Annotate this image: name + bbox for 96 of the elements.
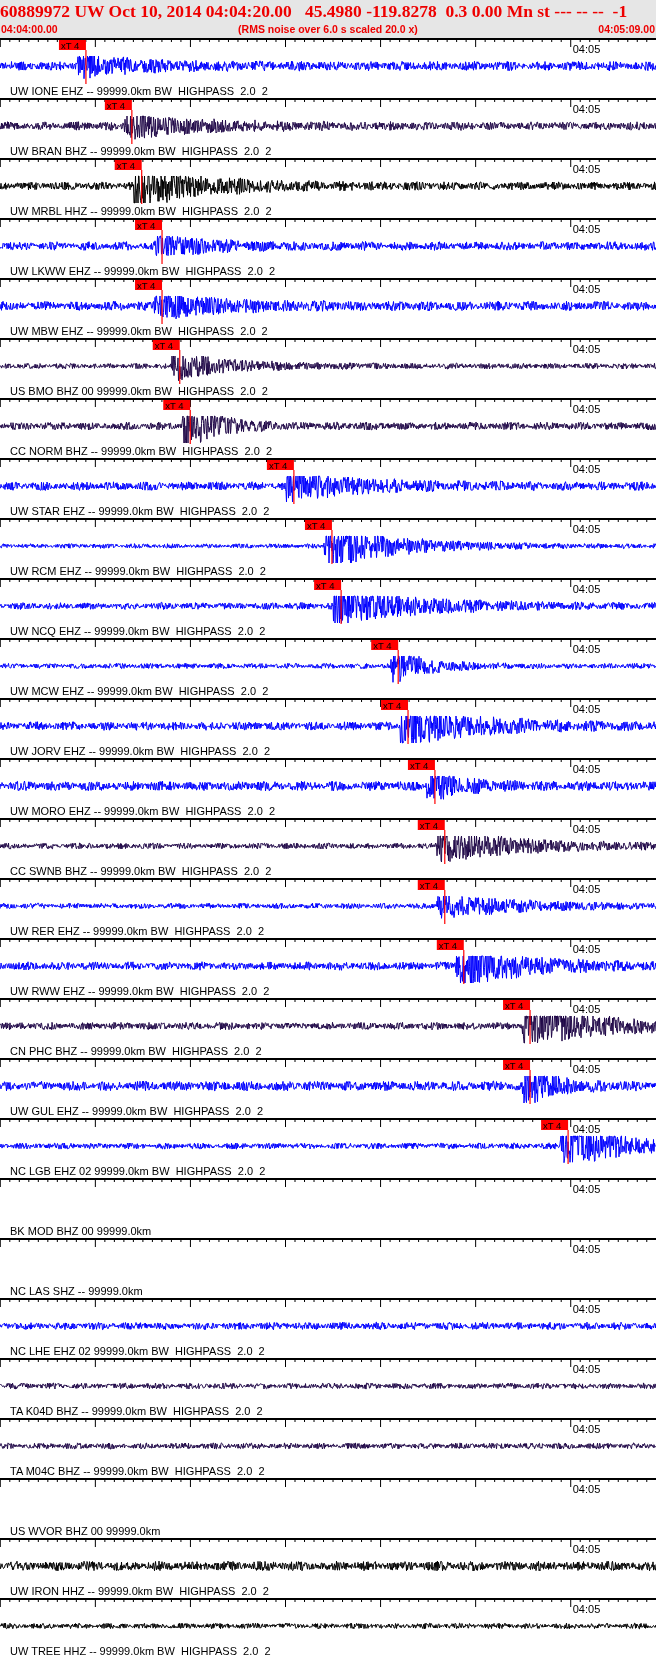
- tick-label: 04:05: [572, 823, 601, 835]
- pick-line: [407, 709, 409, 745]
- start-time: 04:04:00.00: [1, 22, 58, 36]
- tick-label: 04:05: [572, 1603, 601, 1615]
- tick-label: 04:05: [572, 403, 601, 415]
- tick-label: 04:05: [572, 703, 601, 715]
- channel-label: UW IRON HHZ -- 99999.0km BW HIGHPASS 2.0 2: [10, 1585, 269, 1597]
- channel-label: UW MBW EHZ -- 99999.0km BW HIGHPASS 2.0 2: [10, 325, 268, 337]
- tick-label: 04:05: [572, 883, 601, 895]
- pick-flag: xT 4: [58, 39, 86, 51]
- tick-label: 04:05: [572, 343, 601, 355]
- pick-flag: xT 4: [407, 759, 435, 771]
- pick-flag: xT 4: [314, 579, 342, 591]
- channel-label: BK MOD BHZ 00 99999.0km: [10, 1225, 152, 1237]
- pick-flag: xT 4: [135, 279, 163, 291]
- pick-line: [131, 109, 133, 145]
- tick-label: 04:05: [572, 223, 601, 235]
- channel-label: UW JORV EHZ -- 99999.0km BW HIGHPASS 2.0 2: [10, 745, 270, 757]
- channel-label: UW GUL EHZ -- 99999.0km BW HIGHPASS 2.0 2: [10, 1105, 264, 1117]
- channel-label: UW RWW EHZ -- 99999.0km BW HIGHPASS 2.0 2: [10, 985, 270, 997]
- channel-label: TA M04C BHZ -- 99999.0km BW HIGHPASS 2.0 2: [10, 1465, 265, 1477]
- channel-label: NC LHE EHZ 02 99999.0km BW HIGHPASS 2.0 2: [10, 1345, 265, 1357]
- channel-label: CC SWNB BHZ -- 99999.0km BW HIGHPASS 2.0 2: [10, 865, 272, 877]
- tick-label: 04:05: [572, 1423, 601, 1435]
- pick-line: [397, 649, 399, 685]
- pick-flag: xT 4: [417, 819, 445, 831]
- tick-label: 04:05: [572, 1003, 601, 1015]
- pick-line: [331, 529, 333, 565]
- channel-label: UW MORO EHZ -- 99999.0km BW HIGHPASS 2.0 2: [10, 805, 276, 817]
- pick-flag: xT 4: [417, 879, 445, 891]
- channel-label: UW RCM EHZ -- 99999.0km BW HIGHPASS 2.0 2: [10, 565, 266, 577]
- pick-line: [529, 1009, 531, 1045]
- channel-label: UW TREE HHZ -- 99999.0km BW HIGHPASS 2.0 2: [10, 1645, 271, 1657]
- pick-flag: xT 4: [503, 999, 531, 1011]
- pick-flag: xT 4: [304, 519, 332, 531]
- pick-line: [444, 889, 446, 925]
- pick-line: [340, 589, 342, 625]
- tick-label: 04:05: [572, 523, 601, 535]
- tick-label: 04:05: [572, 1183, 601, 1195]
- tick-label: 04:05: [572, 763, 601, 775]
- tick-label: 04:05: [572, 583, 601, 595]
- channel-label: US WVOR BHZ 00 99999.0km: [10, 1525, 161, 1537]
- pick-line: [189, 409, 191, 445]
- channel-label: CN PHC BHZ -- 99999.0km BW HIGHPASS 2.0 2: [10, 1045, 262, 1057]
- channel-label: UW LKWW EHZ -- 99999.0km BW HIGHPASS 2.0 2: [10, 265, 276, 277]
- pick-line: [293, 469, 295, 505]
- event-title: 60889972 UW Oct 10, 2014 04:04:20.00 45.4980 -119.8278 0.3 0.00 Mn st --- -- -- -1: [0, 0, 628, 22]
- pick-flag: xT 4: [371, 639, 399, 651]
- tick-label: 04:05: [572, 43, 601, 55]
- pick-line: [85, 49, 87, 85]
- tick-label: 04:05: [572, 1063, 601, 1075]
- tick-label: 04:05: [572, 943, 601, 955]
- tick-label: 04:05: [572, 643, 601, 655]
- tick-label: 04:05: [572, 1243, 601, 1255]
- pick-flag: xT 4: [163, 399, 191, 411]
- channel-label: UW NCQ EHZ -- 99999.0km BW HIGHPASS 2.0 2: [10, 625, 266, 637]
- pick-flag: xT 4: [266, 459, 294, 471]
- pick-line: [567, 1129, 569, 1165]
- pick-flag: xT 4: [541, 1119, 569, 1131]
- tick-label: 04:05: [572, 103, 601, 115]
- channel-label: UW STAR EHZ -- 99999.0km BW HIGHPASS 2.0 2: [10, 505, 270, 517]
- channel-label: NC LGB EHZ 02 99999.0km BW HIGHPASS 2.0 2: [10, 1165, 266, 1177]
- pick-line: [529, 1069, 531, 1105]
- channel-label: UW RER EHZ -- 99999.0km BW HIGHPASS 2.0 2: [10, 925, 265, 937]
- tick-label: 04:05: [572, 1303, 601, 1315]
- channel-label: NC LAS SHZ -- 99999.0km: [10, 1285, 143, 1297]
- pick-flag: xT 4: [135, 219, 163, 231]
- channel-label: UW MRBL HHZ -- 99999.0km BW HIGHPASS 2.0 2: [10, 205, 272, 217]
- tick-label: 04:05: [572, 1543, 601, 1555]
- pick-line: [444, 829, 446, 865]
- end-time: 04:05:09.00: [598, 22, 655, 36]
- pick-line: [141, 169, 143, 205]
- tick-label: 04:05: [572, 1123, 601, 1135]
- pick-line: [161, 229, 163, 265]
- pick-flag: xT 4: [152, 339, 180, 351]
- pick-flag: xT 4: [503, 1059, 531, 1071]
- pick-line: [463, 949, 465, 985]
- pick-line: [434, 769, 436, 805]
- noise-note: (RMS noise over 6.0 s scaled 20.0 x): [238, 22, 418, 36]
- pick-flag: xT 4: [114, 159, 142, 171]
- channel-label: UW IONE EHZ -- 99999.0km BW HIGHPASS 2.0 2: [10, 85, 268, 97]
- tick-label: 04:05: [572, 1483, 601, 1495]
- pick-flag: xT 4: [104, 99, 132, 111]
- tick-label: 04:05: [572, 1363, 601, 1375]
- tick-label: 04:05: [572, 463, 601, 475]
- channel-label: CC NORM BHZ -- 99999.0km BW HIGHPASS 2.0 2: [10, 445, 273, 457]
- pick-line: [161, 289, 163, 325]
- tick-label: 04:05: [572, 163, 601, 175]
- pick-flag: xT 4: [381, 699, 409, 711]
- channel-label: UW MCW EHZ -- 99999.0km BW HIGHPASS 2.0 2: [10, 685, 269, 697]
- channel-label: UW BRAN BHZ -- 99999.0km BW HIGHPASS 2.0 2: [10, 145, 272, 157]
- pick-flag: xT 4: [436, 939, 464, 951]
- channel-label: US BMO BHZ 00 99999.0km BW HIGHPASS 2.0 2: [10, 385, 268, 397]
- tick-label: 04:05: [572, 283, 601, 295]
- channel-label: TA K04D BHZ -- 99999.0km BW HIGHPASS 2.0 2: [10, 1405, 263, 1417]
- pick-line: [179, 349, 181, 385]
